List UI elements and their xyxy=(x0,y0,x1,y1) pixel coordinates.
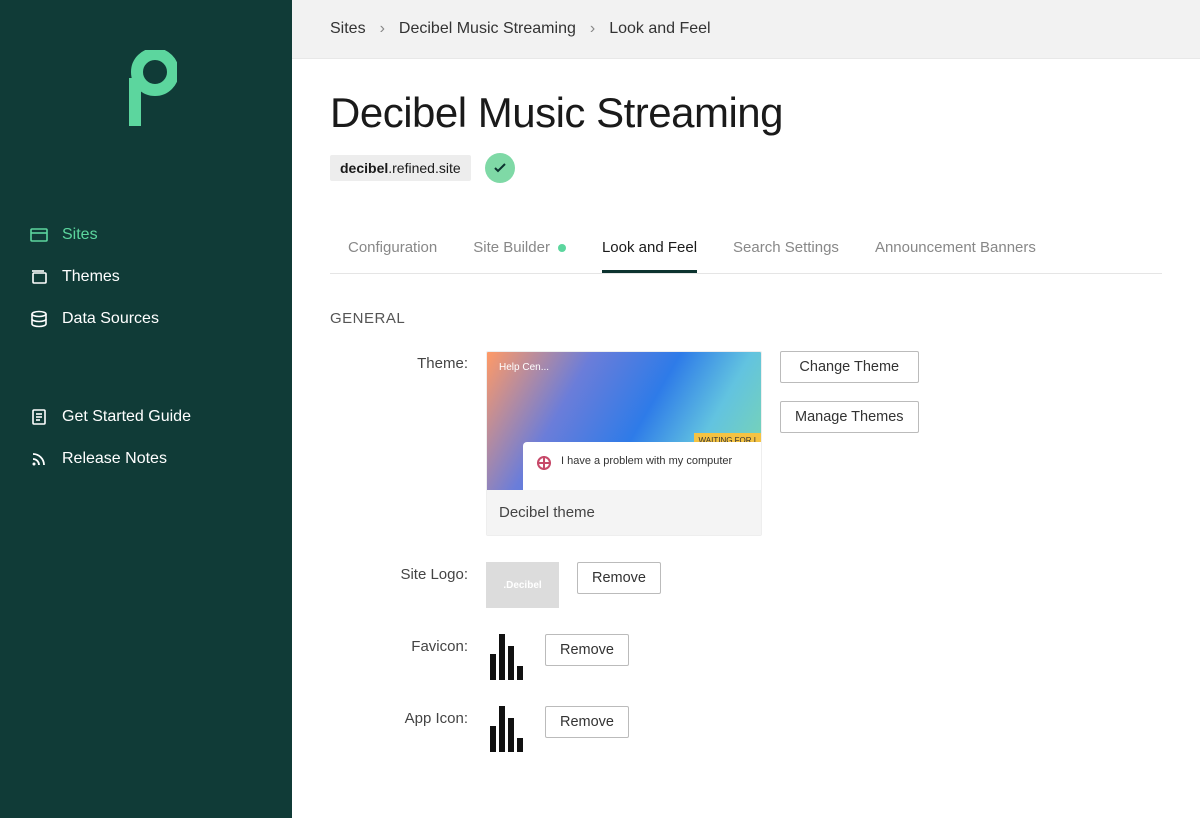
setting-label-favicon: Favicon: xyxy=(330,634,486,655)
theme-preview-panel-text: I have a problem with my computer xyxy=(561,454,732,469)
remove-favicon-button[interactable]: Remove xyxy=(545,634,629,666)
tabs: Configuration Site Builder Look and Feel… xyxy=(330,229,1162,274)
setting-label-theme: Theme: xyxy=(330,351,486,372)
stack-icon xyxy=(30,268,48,286)
change-theme-button[interactable]: Change Theme xyxy=(780,351,919,383)
sidebar-item-label: Release Notes xyxy=(62,450,167,468)
site-logo-preview[interactable]: .Decibel xyxy=(486,562,559,608)
nav-secondary: Get Started Guide Release Notes xyxy=(0,398,292,478)
sidebar-item-label: Get Started Guide xyxy=(62,408,191,426)
sidebar-item-themes[interactable]: Themes xyxy=(18,258,274,296)
setting-label-site-logo: Site Logo: xyxy=(330,562,486,583)
database-icon xyxy=(30,310,48,328)
brand-logo xyxy=(0,50,292,126)
manage-themes-button[interactable]: Manage Themes xyxy=(780,401,919,433)
setting-label-app-icon: App Icon: xyxy=(330,706,486,727)
sidebar-item-label: Themes xyxy=(62,268,120,286)
status-dot-icon xyxy=(558,244,566,252)
tab-search-settings[interactable]: Search Settings xyxy=(733,229,839,273)
page-title: Decibel Music Streaming xyxy=(330,89,1162,137)
breadcrumb-site-name[interactable]: Decibel Music Streaming xyxy=(399,20,576,38)
theme-preview-title: Help Cen... xyxy=(499,362,749,373)
subdomain-row: decibel.refined.site xyxy=(330,153,1162,183)
subdomain-chip: decibel.refined.site xyxy=(330,155,471,181)
window-icon xyxy=(30,226,48,244)
document-icon xyxy=(30,408,48,426)
tab-site-builder[interactable]: Site Builder xyxy=(473,229,566,273)
theme-preview-hero: Help Cen... WAITING FOR I I have a probl… xyxy=(487,352,761,490)
chevron-right-icon: › xyxy=(590,20,595,38)
app-icon-preview[interactable] xyxy=(486,706,527,752)
setting-row-app-icon: App Icon: Remove xyxy=(330,706,1162,752)
tab-configuration[interactable]: Configuration xyxy=(348,229,437,273)
setting-row-site-logo: Site Logo: .Decibel Remove xyxy=(330,562,1162,608)
rss-icon xyxy=(30,450,48,468)
section-heading-general: GENERAL xyxy=(330,310,1162,327)
breadcrumb-current[interactable]: Look and Feel xyxy=(609,20,710,38)
check-icon xyxy=(492,160,508,176)
chevron-right-icon: › xyxy=(380,20,385,38)
theme-caption: Decibel theme xyxy=(487,490,761,535)
sidebar: Sites Themes Data Sources Get Starte xyxy=(0,0,292,818)
setting-row-favicon: Favicon: Remove xyxy=(330,634,1162,680)
nav-primary: Sites Themes Data Sources xyxy=(0,216,292,338)
status-ok-badge[interactable] xyxy=(485,153,515,183)
theme-preview-card[interactable]: Help Cen... WAITING FOR I I have a probl… xyxy=(486,351,762,536)
sidebar-item-label: Sites xyxy=(62,226,98,244)
favicon-preview[interactable] xyxy=(486,634,527,680)
theme-preview-panel: I have a problem with my computer xyxy=(523,442,761,490)
remove-app-icon-button[interactable]: Remove xyxy=(545,706,629,738)
sidebar-item-get-started[interactable]: Get Started Guide xyxy=(18,398,274,436)
sidebar-item-release-notes[interactable]: Release Notes xyxy=(18,440,274,478)
main-content: Sites › Decibel Music Streaming › Look a… xyxy=(292,0,1200,818)
setting-row-theme: Theme: Help Cen... WAITING FOR I I have … xyxy=(330,351,1162,536)
breadcrumb: Sites › Decibel Music Streaming › Look a… xyxy=(292,0,1200,59)
remove-site-logo-button[interactable]: Remove xyxy=(577,562,661,594)
target-icon xyxy=(537,456,551,470)
sidebar-item-label: Data Sources xyxy=(62,310,159,328)
breadcrumb-sites[interactable]: Sites xyxy=(330,20,366,38)
tab-look-and-feel[interactable]: Look and Feel xyxy=(602,229,697,273)
sidebar-item-data-sources[interactable]: Data Sources xyxy=(18,300,274,338)
sidebar-item-sites[interactable]: Sites xyxy=(18,216,274,254)
tab-announcement-banners[interactable]: Announcement Banners xyxy=(875,229,1036,273)
